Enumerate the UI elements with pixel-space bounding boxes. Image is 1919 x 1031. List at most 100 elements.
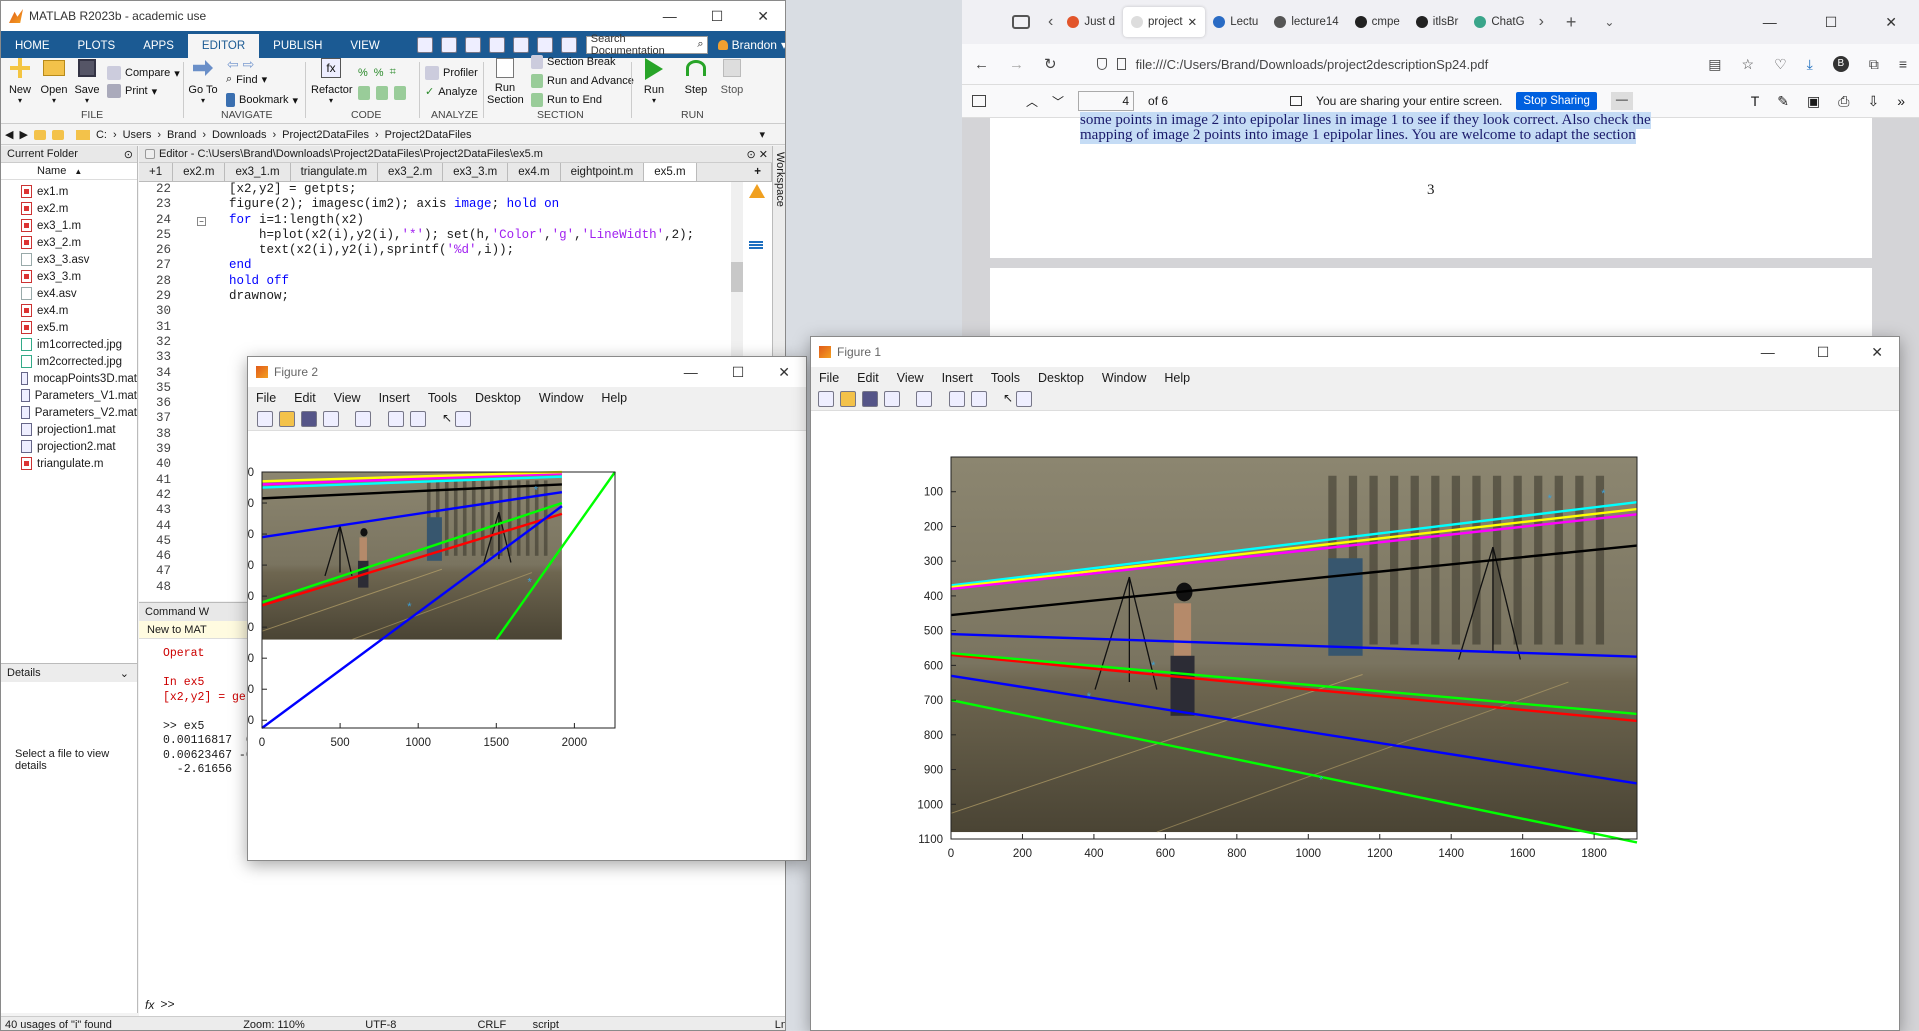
breadcrumb-item[interactable]: Project2DataFiles bbox=[385, 129, 472, 141]
warning-icon[interactable] bbox=[749, 184, 765, 198]
file-item[interactable]: ex4.asv bbox=[1, 285, 137, 302]
new-figure-icon[interactable] bbox=[257, 411, 273, 427]
tab-apps[interactable]: APPS bbox=[129, 34, 188, 58]
draw-tool-icon[interactable]: ✎ bbox=[1777, 93, 1789, 110]
path-dropdown-icon[interactable]: ▾ bbox=[759, 128, 785, 141]
search-input[interactable]: Search Documentation bbox=[591, 33, 698, 57]
file-item[interactable]: mocapPoints3D.mat bbox=[1, 370, 137, 387]
print-figure-icon[interactable] bbox=[323, 411, 339, 427]
url-bar[interactable]: file:///C:/Users/Brand/Downloads/project… bbox=[1096, 57, 1617, 72]
compare-button[interactable]: Compare ▾ bbox=[107, 66, 180, 80]
paste-icon[interactable] bbox=[488, 36, 505, 53]
save-pdf-icon[interactable]: ⇩ bbox=[1867, 93, 1879, 110]
figure2-close-icon[interactable]: ✕ bbox=[778, 364, 790, 381]
back-arrow-icon[interactable]: ◀ bbox=[5, 128, 13, 141]
cursor-icon[interactable]: ↖ bbox=[442, 411, 452, 425]
figure1-axes[interactable]: * * * * * 100 200 300 400 500 600 700 800 900 1000 1100… bbox=[811, 411, 1900, 1031]
browse-folder-icon[interactable] bbox=[51, 129, 64, 140]
browser-tab[interactable]: project ✕ bbox=[1123, 7, 1206, 37]
menu-desktop[interactable]: Desktop bbox=[1038, 371, 1084, 385]
save-icon[interactable] bbox=[416, 36, 433, 53]
menu-file[interactable]: File bbox=[256, 391, 276, 405]
wrap-icon[interactable]: ⌗ bbox=[390, 66, 396, 79]
run-button[interactable]: Run ▾ bbox=[639, 58, 669, 105]
figure2-minimize-icon[interactable]: — bbox=[684, 364, 698, 381]
figure2-axes[interactable]: * * * 0 200 400 600 800 1000 1200 1400 1600 0 500 1000… bbox=[248, 431, 807, 861]
figure2-maximize-icon[interactable]: ☐ bbox=[732, 364, 745, 381]
pdf-selected-text-2[interactable]: mapping of image 2 points into image 1 e… bbox=[1080, 127, 1636, 144]
menu-view[interactable]: View bbox=[334, 391, 361, 405]
menu-insert[interactable]: Insert bbox=[942, 371, 973, 385]
bell-icon[interactable] bbox=[717, 39, 728, 50]
editor-tab[interactable]: ex3_2.m bbox=[378, 163, 444, 181]
browser-maximize-icon[interactable]: ☐ bbox=[1825, 14, 1838, 31]
panel-options-icon[interactable]: ⊙ bbox=[124, 148, 137, 161]
figure1-maximize-icon[interactable]: ☐ bbox=[1817, 344, 1830, 361]
help-icon[interactable] bbox=[560, 36, 577, 53]
editor-tab[interactable]: eightpoint.m bbox=[560, 163, 645, 181]
menu-insert[interactable]: Insert bbox=[379, 391, 410, 405]
hide-sharing-button[interactable]: — bbox=[1610, 92, 1633, 110]
doc-search[interactable]: Search Documentation ⌕ bbox=[585, 33, 708, 57]
sidebar-toggle-icon[interactable] bbox=[972, 95, 986, 107]
file-item[interactable]: Parameters_V2.mat bbox=[1, 404, 137, 421]
save-figure-icon[interactable] bbox=[862, 391, 878, 407]
tab-home[interactable]: HOME bbox=[1, 34, 64, 58]
percent-icon[interactable]: % bbox=[358, 67, 368, 79]
breadcrumb-item[interactable]: Brand bbox=[167, 129, 196, 141]
stop-button[interactable]: Stop bbox=[717, 58, 747, 96]
browser-tab[interactable]: Lectu bbox=[1205, 7, 1266, 37]
page-down-icon[interactable]: ﹀ bbox=[1052, 93, 1064, 110]
folder-up-icon[interactable] bbox=[33, 129, 46, 140]
editor-tab[interactable]: ex4.m bbox=[508, 163, 561, 181]
redo-icon[interactable] bbox=[536, 36, 553, 53]
stop-sharing-button[interactable]: Stop Sharing bbox=[1516, 92, 1597, 110]
editor-tab[interactable]: ex3_1.m bbox=[225, 163, 291, 181]
code-line[interactable]: 30 bbox=[139, 304, 729, 319]
property-inspector-icon[interactable] bbox=[455, 411, 472, 427]
file-item[interactable]: ex3_3.m bbox=[1, 268, 137, 285]
cut-icon[interactable] bbox=[440, 36, 457, 53]
menu-view[interactable]: View bbox=[897, 371, 924, 385]
tab-overflow-icon[interactable]: ⌄ bbox=[1604, 15, 1614, 29]
code-line[interactable]: 26 text(x2(i),y2(i),sprintf('%d',i)); bbox=[139, 243, 729, 258]
command-prompt[interactable]: >> bbox=[160, 998, 174, 1012]
editor-tab[interactable]: ex5.m bbox=[644, 163, 697, 181]
analyze-button[interactable]: ✓ Analyze bbox=[425, 85, 477, 99]
property-inspector-icon[interactable] bbox=[1016, 391, 1033, 407]
run-advance-button[interactable]: Run and Advance bbox=[531, 74, 634, 88]
reader-view-icon[interactable]: ▤ bbox=[1708, 56, 1721, 73]
code-line[interactable]: 29 drawnow; bbox=[139, 289, 729, 304]
tab-view[interactable]: VIEW bbox=[336, 34, 393, 58]
tab-plots[interactable]: PLOTS bbox=[64, 34, 130, 58]
menu-edit[interactable]: Edit bbox=[857, 371, 879, 385]
user-menu[interactable]: Brandon bbox=[732, 38, 777, 52]
breadcrumb-item[interactable]: Downloads bbox=[212, 129, 266, 141]
search-icon[interactable]: ⌕ bbox=[697, 38, 706, 51]
code-line[interactable]: 32 bbox=[139, 335, 729, 350]
print-figure-icon[interactable] bbox=[884, 391, 900, 407]
page-number-input[interactable]: 4 bbox=[1078, 91, 1135, 111]
menu-edit[interactable]: Edit bbox=[294, 391, 316, 405]
browser-tab[interactable]: cmpe bbox=[1347, 7, 1408, 37]
new-figure-icon[interactable] bbox=[818, 391, 834, 407]
cursor-icon[interactable]: ↖ bbox=[1003, 391, 1013, 405]
url-text[interactable]: file:///C:/Users/Brand/Downloads/project… bbox=[1136, 57, 1489, 72]
tab-list-icon[interactable] bbox=[1012, 15, 1030, 29]
code-line[interactable]: 24 for i=1:length(x2) bbox=[139, 213, 729, 228]
outdent-icon[interactable] bbox=[394, 86, 406, 100]
fold-marker-icon[interactable]: − bbox=[197, 217, 206, 226]
refactor-button[interactable]: fx Refactor ▾ bbox=[311, 58, 353, 105]
name-column-header[interactable]: Name bbox=[37, 165, 66, 177]
image-tool-icon[interactable]: ▣ bbox=[1807, 93, 1820, 110]
close-icon[interactable]: ✕ bbox=[757, 8, 769, 25]
browser-tab[interactable]: Just d bbox=[1059, 7, 1123, 37]
maximize-icon[interactable]: ☐ bbox=[711, 8, 724, 25]
text-tool-icon[interactable]: T bbox=[1751, 93, 1760, 110]
file-item[interactable]: Parameters_V1.mat bbox=[1, 387, 137, 404]
file-item[interactable]: ex4.m bbox=[1, 302, 137, 319]
browser-tab[interactable]: itlsBr bbox=[1408, 7, 1467, 37]
print-icon[interactable]: ⎙ bbox=[1838, 93, 1849, 110]
legend-icon[interactable] bbox=[970, 391, 987, 407]
legend-icon[interactable] bbox=[409, 411, 426, 427]
